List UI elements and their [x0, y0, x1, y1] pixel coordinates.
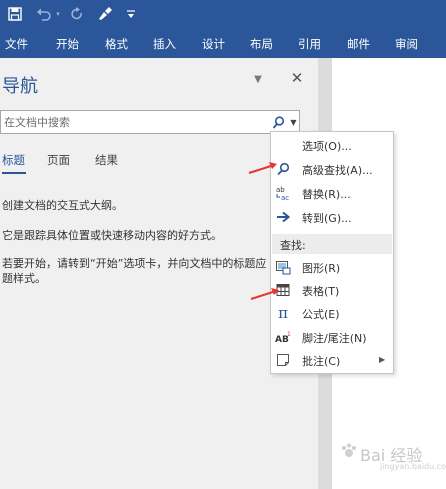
watermark-subtext: jingyan.baidu.com — [380, 462, 446, 471]
find-section-header: 查找: — [272, 234, 392, 254]
menu-item-label: 选项(O)... — [302, 140, 352, 153]
nav-pane-title: 导航 — [2, 76, 38, 97]
menu-item-replace[interactable]: ab ac 替换(R)... — [271, 182, 393, 205]
tab-headings[interactable]: 标题 — [2, 152, 25, 168]
nav-help-line-4: 题样式。 — [2, 272, 46, 285]
submenu-arrow-icon: ▶ — [379, 355, 386, 364]
menu-item-label: 高级查找(A)... — [302, 164, 373, 177]
replace-icon: ab ac — [275, 185, 291, 201]
search-icon[interactable] — [270, 111, 287, 133]
tab-home[interactable]: 开始 — [56, 36, 79, 52]
menu-item-label: 替换(R)... — [302, 188, 351, 201]
menu-item-graphics[interactable]: 图形(R) — [271, 256, 393, 279]
menu-item-equations[interactable]: π 公式(E) — [271, 302, 393, 325]
menu-item-label: 转到(G)... — [302, 212, 352, 225]
menu-item-advanced-find[interactable]: 高级查找(A)... — [271, 158, 393, 181]
tab-design[interactable]: 设计 — [202, 36, 225, 52]
comment-icon — [275, 352, 291, 368]
annotation-arrow-icon — [248, 162, 277, 174]
save-icon[interactable] — [6, 4, 24, 24]
search-options-dropdown-icon[interactable]: ▼ — [288, 111, 299, 133]
format-painter-icon[interactable] — [96, 4, 114, 24]
nav-search-box: ▼ — [0, 110, 300, 134]
redo-icon[interactable] — [68, 4, 86, 24]
menu-item-label: 表格(T) — [302, 285, 340, 298]
find-section-label: 查找: — [280, 239, 306, 252]
pi-icon: π — [278, 304, 288, 322]
nav-help-line-1: 创建文档的交互式大纲。 — [2, 199, 123, 212]
goto-arrow-icon — [275, 209, 291, 225]
nav-help-line-3: 若要开始，请转到“开始”选项卡，并向文档中的标题应 — [2, 257, 267, 270]
menu-item-footnotes[interactable]: AB 1 脚注/尾注(N) — [271, 326, 393, 349]
svg-text:ac: ac — [281, 194, 289, 201]
menu-item-comments[interactable]: 批注(C) ▶ — [271, 349, 393, 372]
title-bar: ▾ — [0, 0, 446, 28]
menu-item-label: 脚注/尾注(N) — [302, 332, 367, 345]
tab-file[interactable]: 文件 — [5, 36, 28, 52]
tab-results[interactable]: 结果 — [95, 152, 118, 168]
ribbon-tab-bar: 文件 开始 格式 插入 设计 布局 引用 邮件 审阅 — [0, 28, 446, 58]
graphic-icon — [275, 259, 291, 275]
tab-mailings[interactable]: 邮件 — [347, 36, 370, 52]
tab-review[interactable]: 审阅 — [395, 36, 418, 52]
menu-item-options[interactable]: 选项(O)... — [271, 134, 393, 157]
svg-text:ab: ab — [276, 186, 285, 194]
undo-dropdown-icon[interactable]: ▾ — [53, 4, 63, 24]
tab-references[interactable]: 引用 — [298, 36, 321, 52]
tab-insert[interactable]: 插入 — [153, 36, 176, 52]
search-options-menu: 选项(O)... 高级查找(A)... ab ac 替换(R)... 转到(G).… — [270, 131, 394, 374]
tab-layout[interactable]: 布局 — [250, 36, 273, 52]
menu-item-goto[interactable]: 转到(G)... — [271, 206, 393, 229]
nav-pane-options-icon[interactable]: ▼ — [252, 72, 264, 86]
paw-logo-icon — [342, 443, 356, 457]
tab-format[interactable]: 格式 — [105, 36, 128, 52]
close-icon[interactable]: ✕ — [289, 68, 305, 88]
tab-pages[interactable]: 页面 — [47, 152, 70, 168]
menu-item-label: 公式(E) — [302, 308, 340, 321]
menu-item-label: 批注(C) — [302, 355, 341, 368]
svg-text:1: 1 — [287, 331, 291, 338]
menu-item-tables[interactable]: 表格(T) — [271, 279, 393, 302]
nav-help-line-2: 它是跟踪具体位置或快速移动内容的好方式。 — [2, 229, 222, 242]
annotation-arrow-icon — [250, 288, 279, 300]
menu-item-label: 图形(R) — [302, 262, 341, 275]
undo-icon[interactable] — [34, 4, 54, 24]
watermark: Bai 经验 jingyan.baidu.com — [340, 432, 446, 472]
customize-dropdown-icon[interactable] — [124, 4, 138, 24]
search-input[interactable] — [1, 111, 269, 133]
active-tab-indicator — [2, 172, 26, 174]
footnote-icon: AB 1 — [275, 329, 291, 345]
